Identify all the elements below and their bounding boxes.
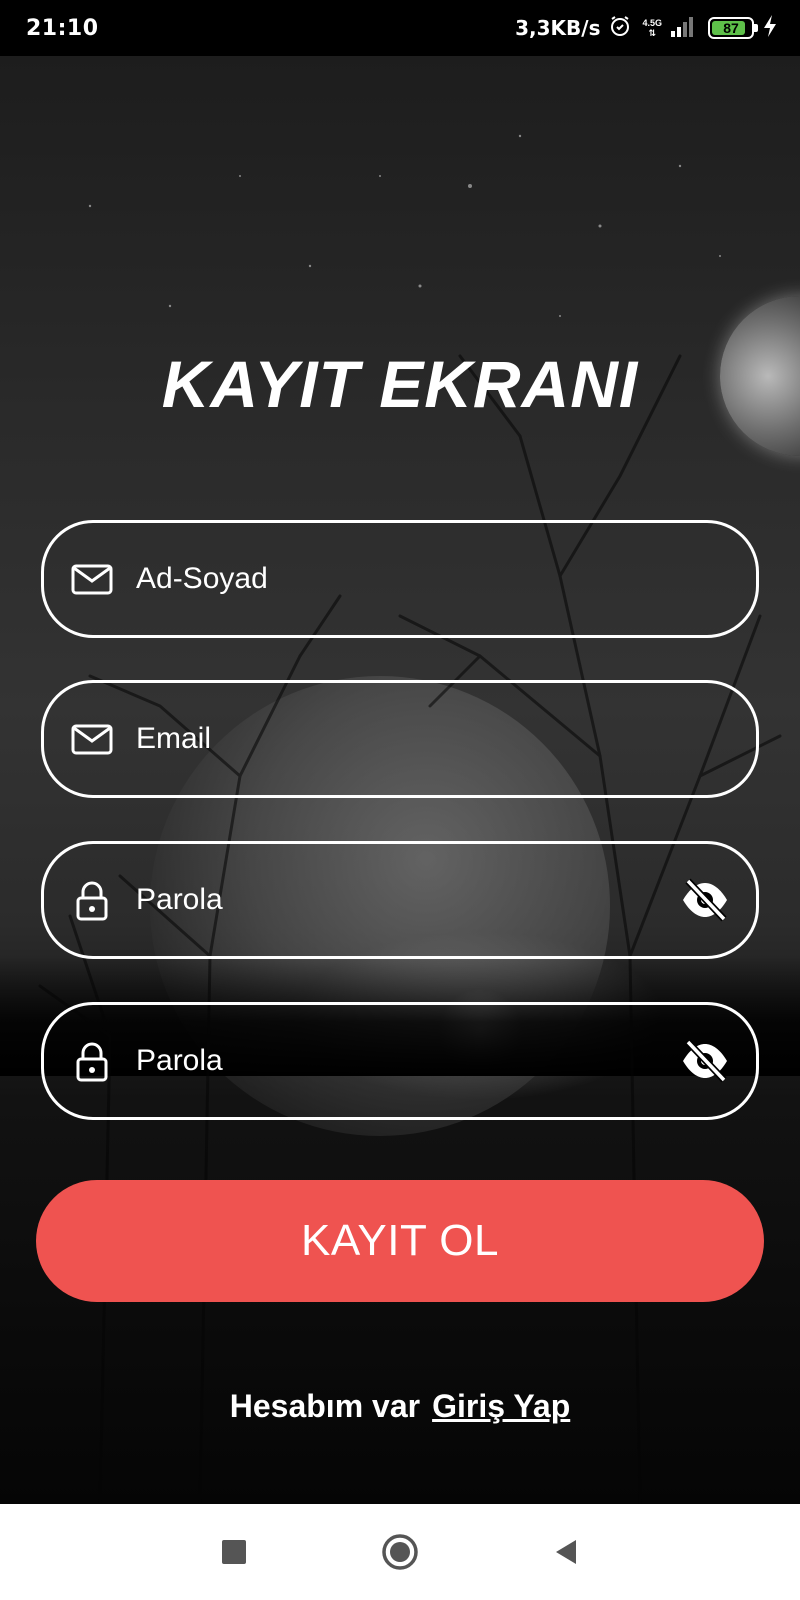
circle-icon bbox=[382, 1534, 418, 1570]
alarm-icon bbox=[608, 14, 632, 43]
eye-off-icon[interactable] bbox=[680, 875, 730, 925]
login-prompt: Hesabım var Giriş Yap bbox=[0, 1388, 800, 1425]
signal-icon bbox=[670, 15, 696, 42]
square-icon bbox=[222, 1540, 246, 1564]
email-placeholder: Email bbox=[136, 722, 212, 755]
eye-off-icon[interactable] bbox=[680, 1036, 730, 1086]
full-name-placeholder: Ad-Soyad bbox=[136, 562, 268, 595]
charging-icon bbox=[762, 14, 778, 43]
mail-icon bbox=[70, 717, 114, 761]
battery-text: 87 bbox=[723, 20, 739, 36]
password-confirm-field[interactable]: Parola bbox=[41, 1002, 759, 1120]
password-placeholder: Parola bbox=[136, 883, 223, 916]
navigation-bar bbox=[0, 1504, 800, 1600]
password-confirm-placeholder: Parola bbox=[136, 1044, 223, 1077]
triangle-back-icon bbox=[556, 1540, 576, 1564]
home-button[interactable] bbox=[380, 1532, 420, 1572]
mail-icon bbox=[70, 557, 114, 601]
status-bar: 21:10 3,3KB/s 4.5G ⇅ 87 bbox=[0, 0, 800, 56]
recents-button[interactable] bbox=[214, 1532, 254, 1572]
network-type: 4.5G ⇅ bbox=[642, 18, 662, 38]
full-name-field[interactable]: Ad-Soyad bbox=[41, 520, 759, 638]
lock-icon bbox=[70, 878, 114, 922]
back-button[interactable] bbox=[546, 1532, 586, 1572]
page-title: KAYIT EKRANI bbox=[161, 347, 639, 421]
have-account-text: Hesabım var bbox=[229, 1388, 421, 1424]
status-time: 21:10 bbox=[26, 15, 99, 41]
email-field[interactable]: Email bbox=[41, 680, 759, 798]
net-speed: 3,3KB/s bbox=[515, 16, 601, 40]
password-field[interactable]: Parola bbox=[41, 841, 759, 959]
data-arrows-icon: ⇅ bbox=[648, 28, 657, 38]
login-link[interactable]: Giriş Yap bbox=[432, 1388, 570, 1424]
status-icons: 3,3KB/s 4.5G ⇅ 87 bbox=[515, 14, 778, 43]
lock-icon bbox=[70, 1039, 114, 1083]
register-button[interactable]: KAYIT OL bbox=[36, 1180, 764, 1302]
battery-icon: 87 bbox=[708, 17, 758, 39]
